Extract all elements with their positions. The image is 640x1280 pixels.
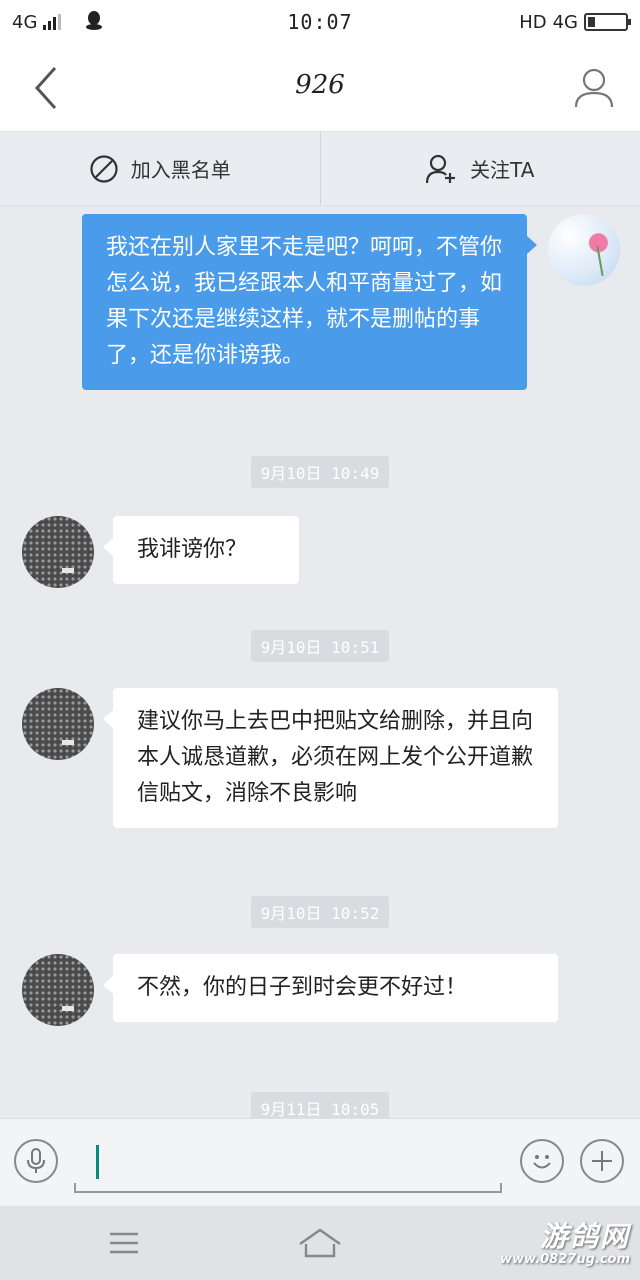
menu-button[interactable] [100,1222,148,1264]
block-button[interactable]: 加入黑名单 [0,132,320,205]
input-bar [0,1118,640,1206]
message-bubble-incoming[interactable]: 我诽谤你？ [103,516,299,584]
message-input-field[interactable] [104,1145,484,1179]
home-icon [299,1228,341,1258]
block-icon [90,154,118,183]
timestamp: 9月10日 10:49 [0,456,640,488]
message-bubble-outgoing[interactable]: 我还在别人家里不走是吧？呵呵，不管你怎么说，我已经跟本人和平商量过了，如果下次还… [82,214,537,390]
page-title: 926 [295,70,345,100]
status-right: HD 4G [519,11,631,33]
add-user-icon [426,154,456,183]
timestamp: 9月11日 10:05 [0,1092,640,1118]
battery-icon [584,13,631,31]
text-caret [96,1145,99,1179]
message-list[interactable]: 我还在别人家里不走是吧？呵呵，不管你怎么说，我已经跟本人和平商量过了，如果下次还… [0,206,640,1118]
message-input[interactable] [74,1139,502,1193]
menu-icon [110,1232,138,1254]
chat-header: 926 [0,44,640,132]
qq-icon [85,10,103,35]
timestamp: 9月10日 10:51 [0,630,640,662]
plus-icon [592,1151,612,1171]
message-bubble-incoming[interactable]: 建议你马上去巴中把贴文给删除，并且向本人诚恳道歉，必须在网上发个公开道歉信贴文，… [103,688,558,828]
signal-icon [43,14,62,30]
user-icon [574,68,614,108]
block-label: 加入黑名单 [130,158,231,182]
action-bar: 加入黑名单 关注TA [0,132,640,206]
my-avatar[interactable] [548,214,620,286]
hd-indicator: HD [519,11,547,33]
follow-button[interactable]: 关注TA [319,132,640,205]
network-type-left: 4G [12,11,38,33]
message-bubble-incoming[interactable]: 不然，你的日子到时会更不好过！ [103,954,558,1022]
network-type-right: 4G [552,11,578,33]
watermark-url: www.0827ug.com [500,1252,630,1267]
contact-avatar[interactable] [22,954,94,1026]
site-watermark: 游鸽网 www.0827ug.com [500,1220,630,1268]
watermark-title: 游鸽网 [539,1220,630,1253]
contact-avatar[interactable] [22,516,94,588]
more-button[interactable] [580,1139,624,1183]
timestamp: 9月10日 10:52 [0,896,640,928]
status-bar: 4G 10:07 HD 4G [0,0,640,44]
follow-label: 关注TA [470,158,535,182]
profile-button[interactable] [570,64,618,112]
voice-button[interactable] [14,1139,58,1183]
smiley-icon [533,1155,551,1169]
microphone-icon [27,1148,45,1173]
contact-avatar[interactable] [22,688,94,760]
home-button[interactable] [296,1222,344,1264]
emoji-button[interactable] [520,1139,564,1183]
status-left: 4G [12,10,103,35]
